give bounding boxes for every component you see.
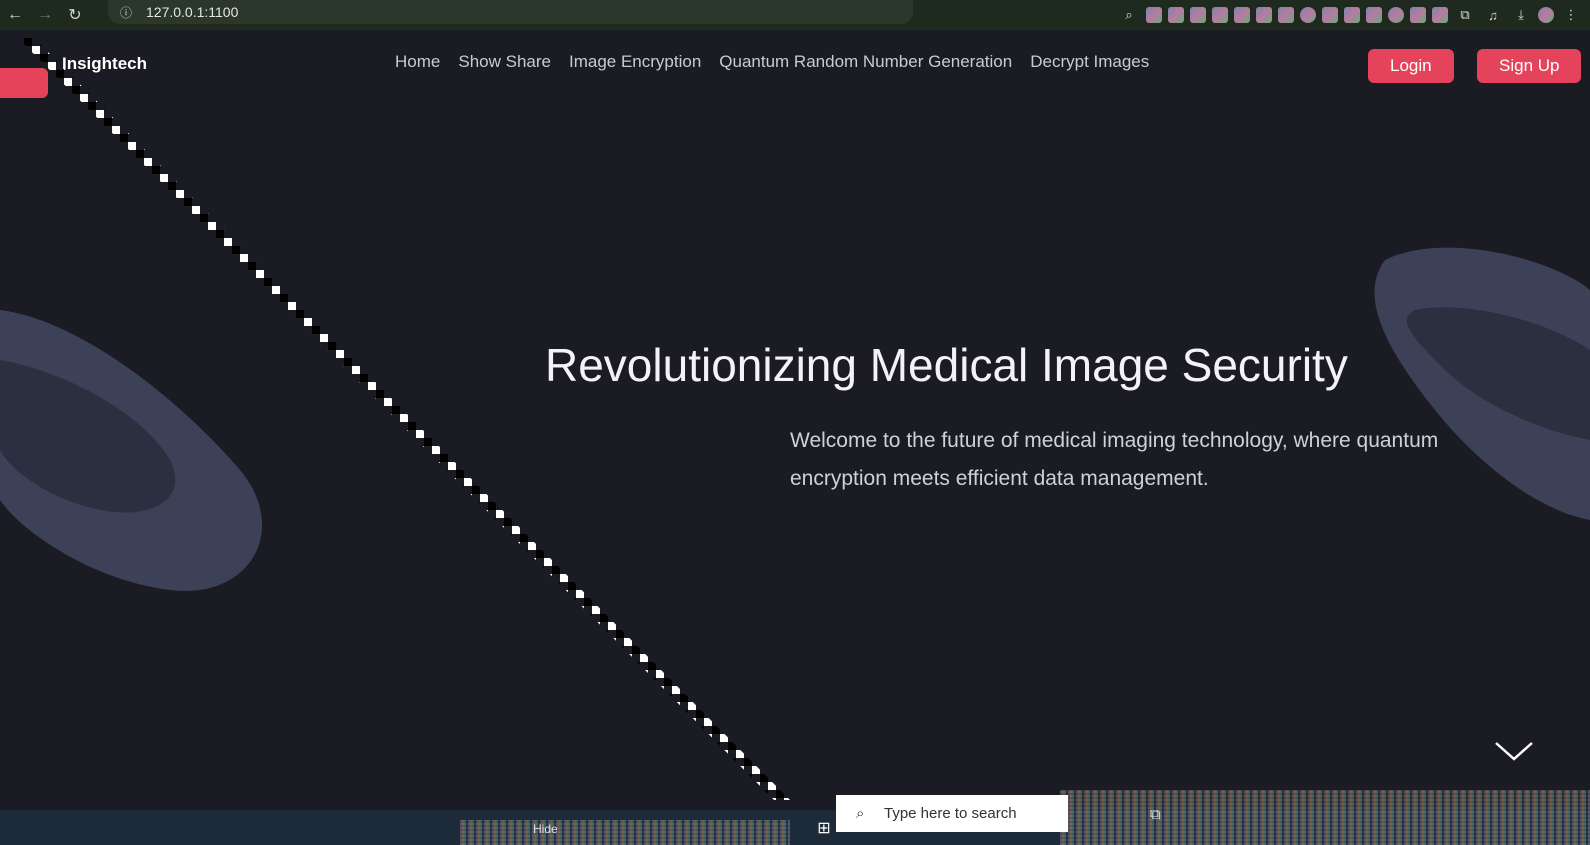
extension-icon[interactable] <box>1190 7 1206 23</box>
nav-link-qrng[interactable]: Quantum Random Number Generation <box>719 52 1012 72</box>
extension-icon[interactable] <box>1366 7 1382 23</box>
extension-icon[interactable] <box>1256 7 1272 23</box>
site-info-icon[interactable]: ⓘ <box>114 2 138 22</box>
search-icon: ⌕ <box>856 805 865 822</box>
zoom-icon[interactable]: ⌕ <box>1118 4 1140 26</box>
taskbar-search-placeholder[interactable]: Type here to search <box>884 805 1017 822</box>
extension-icon[interactable] <box>1278 7 1294 23</box>
extension-icon[interactable] <box>1234 7 1250 23</box>
nav-link-home[interactable]: Home <box>395 52 440 72</box>
kebab-menu-icon[interactable]: ⋮ <box>1560 4 1582 26</box>
taskbar-pinned-apps <box>460 820 790 845</box>
windows-start-icon[interactable]: ⊞ <box>812 810 836 845</box>
extension-icon[interactable] <box>1146 7 1162 23</box>
taskbar-search-box[interactable]: ⌕ Type here to search <box>836 795 1068 832</box>
download-icon[interactable]: ⤓ <box>1510 4 1532 26</box>
url-text[interactable]: 127.0.0.1:1100 <box>146 4 238 20</box>
puzzle-icon[interactable]: ⧉ <box>1454 4 1476 26</box>
hero-title: Revolutionizing Medical Image Security <box>545 339 1348 391</box>
reload-icon[interactable]: ↻ <box>60 0 90 30</box>
taskbar-tray-icons <box>1060 790 1590 845</box>
site-logo[interactable]: Insightech <box>62 54 147 74</box>
signup-button[interactable]: Sign Up <box>1477 49 1582 83</box>
address-bar[interactable]: ⓘ 127.0.0.1:1100 <box>108 0 913 24</box>
task-view-icon[interactable]: ⧉ <box>1150 806 1161 823</box>
windows-taskbar: ⊞ <box>0 790 1590 845</box>
extension-icon[interactable] <box>1388 7 1404 23</box>
extension-icon[interactable] <box>1410 7 1426 23</box>
back-arrow-icon[interactable]: ← <box>0 0 30 30</box>
hero-subtitle: Welcome to the future of medical imaging… <box>790 429 1439 490</box>
extension-icon[interactable] <box>1344 7 1360 23</box>
profile-avatar[interactable] <box>1538 7 1554 23</box>
extension-icon[interactable] <box>1300 7 1316 23</box>
nav-link-decrypt-images[interactable]: Decrypt Images <box>1030 52 1149 72</box>
extension-icon[interactable] <box>1322 7 1338 23</box>
extension-icon[interactable] <box>1432 7 1448 23</box>
login-button[interactable]: Login <box>1368 49 1454 83</box>
taskbar-tray-label[interactable]: Hide <box>533 822 558 836</box>
nav-link-show-share[interactable]: Show Share <box>458 52 551 72</box>
browser-toolbar-actions: ⌕ ⧉ ♫ ⤓ ⋮ <box>1118 0 1582 30</box>
chevron-down-icon[interactable] <box>1492 735 1536 765</box>
main-nav: Home Show Share Image Encryption Quantum… <box>395 52 1149 72</box>
site-header: Insightech Home Show Share Image Encrypt… <box>0 30 1590 100</box>
extension-icon[interactable] <box>1168 7 1184 23</box>
signup-button-artifact <box>0 68 48 98</box>
forward-arrow-icon[interactable]: → <box>30 0 60 30</box>
decorative-blob-left <box>0 310 263 591</box>
nav-link-image-encryption[interactable]: Image Encryption <box>569 52 701 72</box>
extension-icon[interactable] <box>1212 7 1228 23</box>
media-control-icon[interactable]: ♫ <box>1482 4 1504 26</box>
